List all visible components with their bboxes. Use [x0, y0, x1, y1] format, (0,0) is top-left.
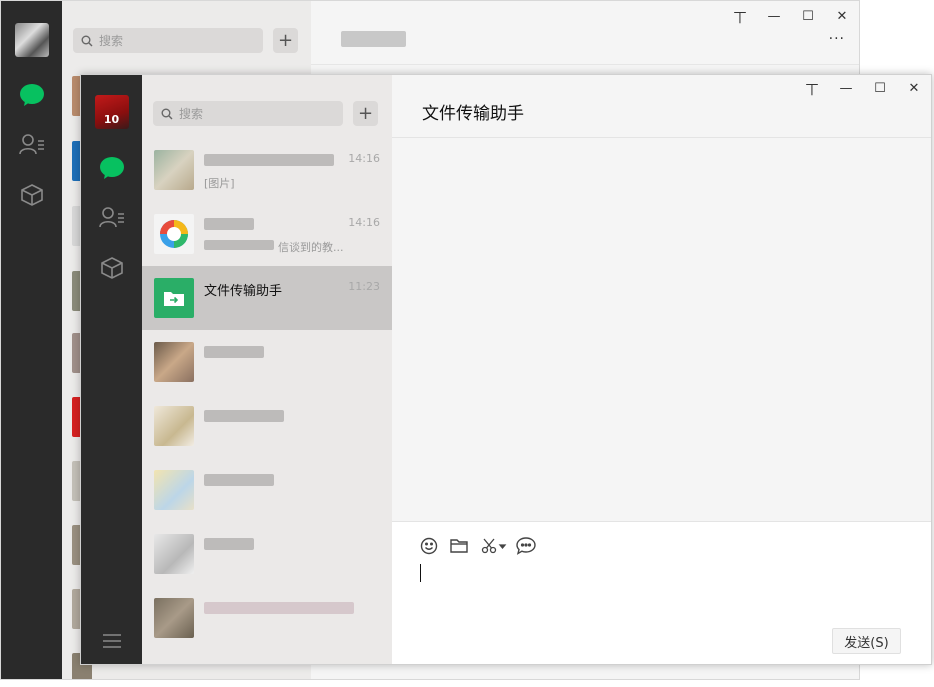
back-sidebar-rail — [1, 1, 62, 679]
chat-preview: 信谈到的教... — [278, 241, 344, 254]
chat-icon[interactable] — [81, 156, 142, 180]
pin-button[interactable]: 丅 — [795, 77, 829, 99]
back-add-button[interactable]: + — [273, 28, 298, 53]
chat-avatar — [154, 214, 194, 254]
emoji-icon[interactable] — [418, 536, 440, 556]
search-icon — [161, 108, 173, 119]
chat-avatar — [154, 534, 194, 574]
back-search-input[interactable]: 搜索 — [73, 28, 263, 53]
chat-list-item[interactable] — [142, 586, 392, 650]
chat-avatar — [154, 342, 194, 382]
blurred-chat-name — [204, 474, 274, 486]
folder-icon[interactable] — [448, 536, 470, 556]
maximize-button[interactable]: ☐ — [791, 5, 825, 27]
blurred-chat-name — [204, 602, 354, 614]
chat-list-item[interactable]: 14:16 [图片] — [142, 138, 392, 202]
back-user-avatar[interactable] — [1, 23, 62, 57]
menu-icon[interactable] — [81, 633, 142, 649]
chat-list-item[interactable] — [142, 394, 392, 458]
file-helper-avatar — [154, 278, 194, 318]
minimize-button[interactable]: — — [757, 5, 791, 27]
chat-avatar — [154, 150, 194, 190]
front-window: 10 搜索 + 14:16 [图片] 14:16 信谈到的教... 文件传输助手… — [80, 74, 932, 665]
contacts-icon[interactable] — [81, 206, 142, 228]
chat-avatar — [154, 406, 194, 446]
chat-list-item[interactable]: 14:16 信谈到的教... — [142, 202, 392, 266]
blurred-preview — [204, 240, 274, 250]
search-placeholder: 搜索 — [179, 107, 204, 121]
chat-list: 搜索 + 14:16 [图片] 14:16 信谈到的教... 文件传输助手 11 — [142, 75, 392, 664]
chat-list-item[interactable] — [142, 458, 392, 522]
chat-avatar — [154, 470, 194, 510]
blurred-chat-name — [204, 218, 254, 230]
compose-area[interactable]: 发送(S) — [392, 521, 931, 664]
folder-transfer-icon — [164, 292, 184, 306]
chat-time: 14:16 — [348, 216, 380, 229]
add-button[interactable]: + — [353, 101, 378, 126]
chat-name: 文件传输助手 — [204, 284, 283, 299]
pin-button[interactable]: 丅 — [723, 5, 757, 27]
blurred-chat-name — [204, 346, 264, 358]
header-divider — [392, 137, 931, 138]
send-button[interactable]: 发送(S) — [832, 628, 901, 654]
chat-list-item-file-helper[interactable]: 文件传输助手 11:23 — [142, 266, 392, 330]
scissors-icon[interactable] — [480, 536, 508, 556]
contacts-icon[interactable] — [1, 133, 62, 155]
chat-list-item[interactable] — [142, 522, 392, 586]
chat-preview: [图片] — [204, 177, 235, 190]
blurred-chat-name — [204, 538, 254, 550]
minimize-button[interactable]: — — [829, 77, 863, 99]
user-avatar[interactable]: 10 — [81, 95, 142, 129]
chat-title: 文件传输助手 — [422, 104, 524, 124]
blurred-chat-name — [204, 154, 334, 166]
box-icon[interactable] — [81, 256, 142, 280]
chat-time: 14:16 — [348, 152, 380, 165]
chat-icon[interactable] — [1, 83, 62, 107]
close-button[interactable]: ✕ — [825, 5, 859, 27]
chat-avatar — [154, 598, 194, 638]
sidebar-rail: 10 — [81, 75, 142, 664]
blurred-chat-name — [204, 410, 284, 422]
search-input[interactable]: 搜索 — [153, 101, 343, 126]
blurred-title — [341, 31, 406, 47]
chat-bubble-icon[interactable] — [515, 536, 537, 556]
more-options-icon[interactable]: ··· — [829, 31, 845, 47]
maximize-button[interactable]: ☐ — [863, 77, 897, 99]
chat-panel: 丅 — ☐ ✕ 文件传输助手 发送(S) — [392, 75, 931, 664]
search-placeholder: 搜索 — [99, 34, 124, 48]
close-button[interactable]: ✕ — [897, 77, 931, 99]
chat-time: 11:23 — [348, 280, 380, 293]
text-cursor — [420, 564, 421, 582]
chat-list-item[interactable] — [142, 330, 392, 394]
search-icon — [81, 35, 93, 46]
box-icon[interactable] — [1, 183, 62, 207]
